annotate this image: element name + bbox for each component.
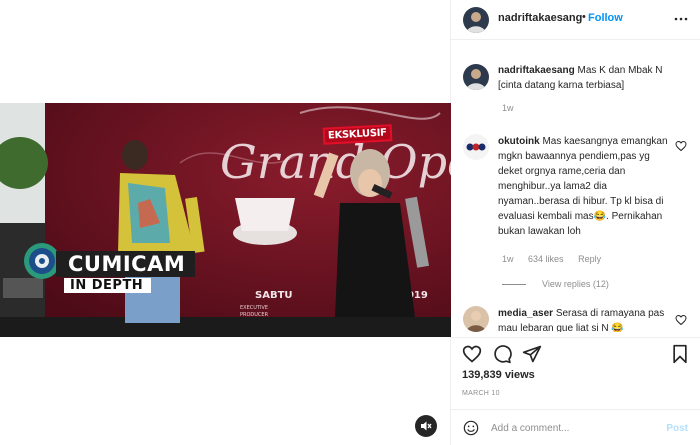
save-bookmark-icon[interactable] bbox=[671, 344, 689, 364]
mute-button[interactable] bbox=[415, 415, 437, 437]
view-count[interactable]: 139,839 views bbox=[462, 369, 535, 381]
comment-avatar[interactable] bbox=[463, 134, 489, 160]
media-area: Grand Opening SABTU 2019 EXECUTIVE PRODU… bbox=[0, 0, 451, 445]
comment-item: media_aser Serasa di ramayana pas mau le… bbox=[498, 306, 676, 332]
caption-username[interactable]: nadriftakaesang bbox=[498, 65, 575, 76]
comment-likes[interactable]: 634 likes bbox=[528, 254, 564, 264]
replies-divider bbox=[502, 283, 526, 285]
follow-button[interactable]: Follow bbox=[588, 12, 623, 24]
post-caption: nadriftakaesang Mas K dan Mbak N [cinta … bbox=[498, 63, 688, 93]
comment-meta: 1w 634 likes Reply bbox=[502, 254, 613, 264]
comment-timestamp[interactable]: 1w bbox=[502, 254, 514, 264]
caption-timestamp[interactable]: 1w bbox=[502, 103, 514, 113]
banner-date-left: SABTU bbox=[255, 290, 293, 301]
comment-text: Mas kaesangnya emangkan mgkn bawaannya p… bbox=[498, 136, 668, 237]
banner-small-2: PRODUCER bbox=[240, 312, 269, 318]
comment-reply-button[interactable]: Reply bbox=[578, 254, 601, 264]
add-comment-input[interactable] bbox=[491, 419, 651, 437]
comment-username[interactable]: okutoink bbox=[498, 136, 540, 147]
post-header: nadriftakaesang • Follow bbox=[451, 0, 700, 40]
more-options-icon[interactable] bbox=[674, 12, 688, 26]
post-date[interactable]: MARCH 10 bbox=[462, 390, 500, 397]
post-side-panel: nadriftakaesang • Follow nadriftakaesang… bbox=[451, 0, 700, 445]
add-comment-bar: Post bbox=[451, 409, 700, 445]
exclusive-badge: EKSKLUSIF bbox=[322, 124, 393, 145]
caption-avatar[interactable] bbox=[463, 64, 489, 90]
comment-item: okutoink Mas kaesangnya emangkan mgkn ba… bbox=[498, 134, 676, 239]
like-heart-icon[interactable] bbox=[462, 344, 482, 364]
comment-bubble-icon[interactable] bbox=[492, 344, 512, 364]
indepth-label: IN DEPTH bbox=[64, 278, 152, 293]
header-username[interactable]: nadriftakaesang bbox=[498, 12, 582, 24]
speaker-muted-icon bbox=[421, 421, 432, 431]
cumicam-label: CUMICAM bbox=[56, 251, 196, 277]
like-comment-heart-icon[interactable] bbox=[675, 140, 687, 152]
follow-separator: • bbox=[582, 11, 586, 23]
avatar[interactable] bbox=[463, 7, 489, 33]
post-comment-button[interactable]: Post bbox=[666, 423, 688, 434]
banner-small-1: EXECUTIVE bbox=[240, 305, 268, 311]
comment-username[interactable]: media_aser bbox=[498, 308, 553, 319]
view-replies-label: View replies (12) bbox=[542, 279, 609, 289]
like-comment-heart-icon[interactable] bbox=[675, 314, 687, 326]
emoji-icon[interactable] bbox=[463, 420, 479, 436]
share-paper-plane-icon[interactable] bbox=[522, 344, 542, 364]
video-player[interactable]: Grand Opening SABTU 2019 EXECUTIVE PRODU… bbox=[0, 103, 451, 337]
action-bar bbox=[451, 337, 700, 367]
view-replies-button[interactable]: View replies (12) bbox=[502, 279, 609, 289]
comment-avatar[interactable] bbox=[463, 306, 489, 332]
